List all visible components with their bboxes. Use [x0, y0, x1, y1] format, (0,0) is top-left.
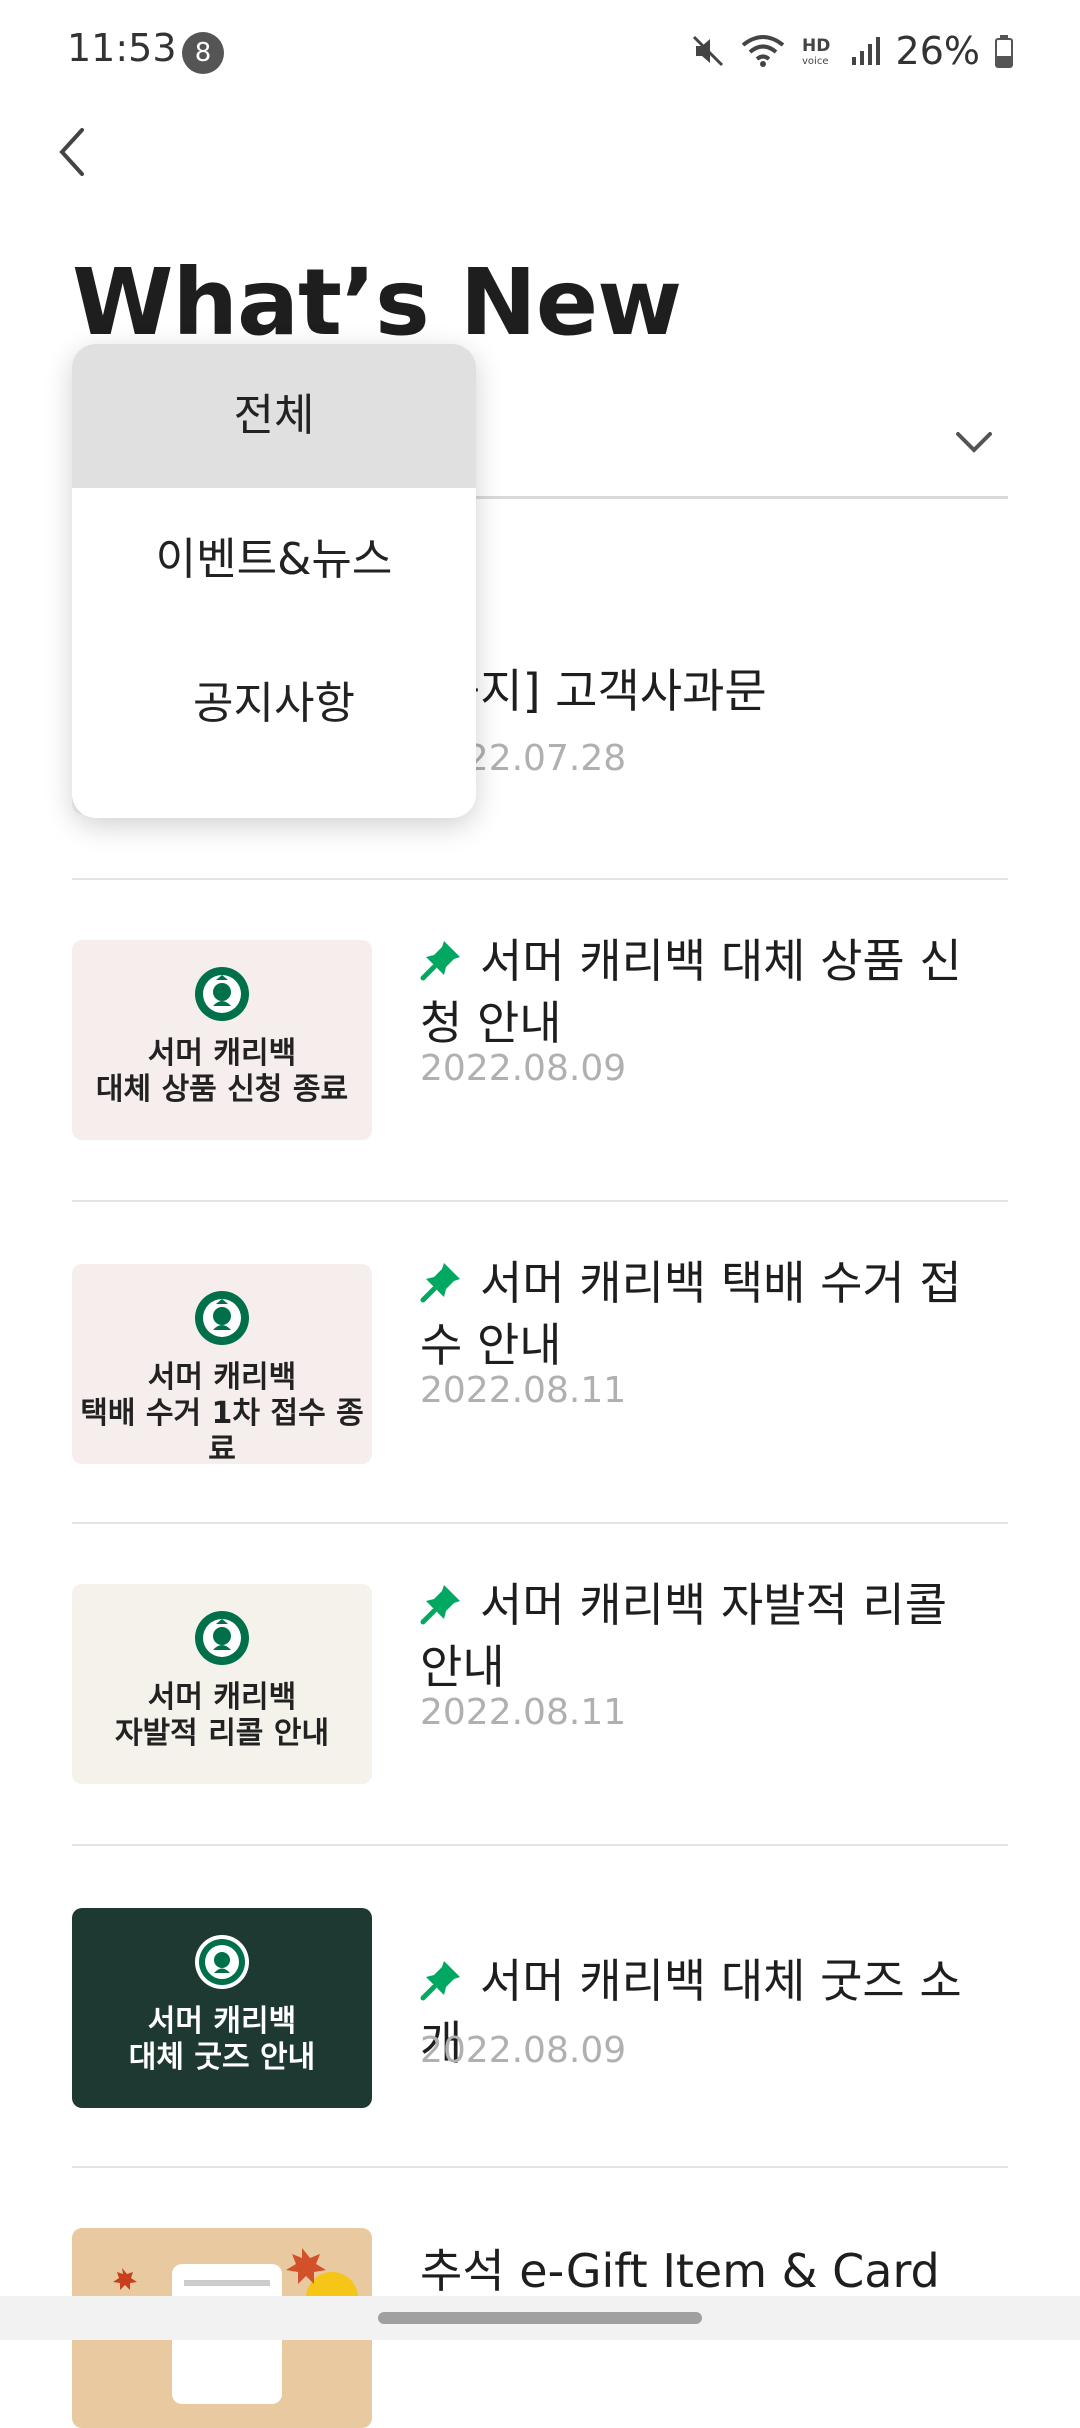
news-item[interactable]: 서머 캐리백 대체 굿즈 안내 서머 캐리백 대체 굿즈 소개 2022.08.… [72, 1846, 1008, 2168]
starbucks-logo-icon [195, 967, 249, 1021]
thumbnail-caption: 서머 캐리백 대체 굿즈 안내 [128, 2004, 316, 2075]
system-navigation-bar [0, 2296, 1080, 2340]
news-thumbnail: 서머 캐리백 대체 굿즈 안내 [72, 1908, 372, 2108]
back-button[interactable] [52, 120, 112, 184]
page-title: What’s New [72, 249, 682, 356]
dropdown-option-events-news[interactable]: 이벤트&뉴스 [72, 488, 476, 632]
thumbnail-caption: 서머 캐리백 자발적 리콜 안내 [114, 1680, 330, 1751]
news-date: 2022.08.11 [420, 1370, 627, 1411]
svg-text:HD: HD [802, 36, 830, 56]
news-title: 서머 캐리백 택배 수거 접수 안내 [420, 1256, 962, 1372]
mute-icon [692, 35, 723, 67]
news-item[interactable]: 서머 캐리백 택배 수거 1차 접수 종료 서머 캐리백 택배 수거 접수 안내… [72, 1202, 1008, 1524]
battery-percent: 26% [895, 29, 980, 73]
status-icons: HD voice 26% [690, 26, 1014, 76]
category-dropdown-menu: 전체 이벤트&뉴스 공지사항 [72, 344, 476, 818]
starbucks-logo-icon [195, 1611, 249, 1665]
starbucks-logo-icon [195, 1935, 249, 1989]
status-bar: 11:53 8 HD voice 26% [0, 0, 1080, 100]
wifi-icon [741, 35, 784, 67]
thumbnail-caption: 서머 캐리백 대체 상품 신청 종료 [95, 1036, 349, 1107]
svg-text:voice: voice [802, 56, 828, 67]
home-indicator[interactable] [378, 2312, 702, 2324]
news-thumbnail: 서머 캐리백 자발적 리콜 안내 [72, 1584, 372, 1784]
chevron-left-icon [59, 128, 84, 176]
dropdown-option-all[interactable]: 전체 [72, 344, 476, 488]
pin-icon [420, 941, 460, 981]
pin-icon [420, 1263, 460, 1303]
news-thumbnail: 서머 캐리백 택배 수거 1차 접수 종료 [72, 1264, 372, 1464]
news-item[interactable]: 서머 캐리백 대체 상품 신청 종료 서머 캐리백 대체 상품 신청 안내 20… [72, 880, 1008, 1202]
thumbnail-caption: 서머 캐리백 택배 수거 1차 접수 종료 [80, 1360, 364, 1464]
pin-icon [420, 1961, 460, 2001]
status-time: 11:53 [67, 26, 177, 70]
dropdown-option-notices[interactable]: 공지사항 [72, 632, 476, 776]
news-title: 추석 e-Gift Item & Card [420, 2244, 940, 2298]
news-item[interactable]: 서머 캐리백 자발적 리콜 안내 서머 캐리백 자발적 리콜 안내 2022.0… [72, 1524, 1008, 1846]
news-list: [공지] 고객사과문 2022.07.28 서머 캐리백 대체 상품 신청 종료… [72, 560, 1008, 2428]
news-thumbnail: 서머 캐리백 대체 상품 신청 종료 [72, 940, 372, 1140]
news-title: 서머 캐리백 자발적 리콜 안내 [420, 1578, 948, 1694]
news-date: 2022.08.09 [420, 2030, 627, 2071]
pin-icon [420, 1585, 460, 1625]
signal-icon [851, 37, 880, 65]
starbucks-logo-icon [195, 1291, 249, 1345]
chevron-down-icon [956, 432, 992, 453]
news-date: 2022.08.11 [420, 1692, 627, 1733]
news-title: 서머 캐리백 대체 상품 신청 안내 [420, 934, 962, 1050]
battery-icon [995, 35, 1013, 68]
hd-voice-icon: HD voice [802, 36, 830, 67]
notification-count-badge: 8 [182, 32, 224, 74]
news-date: 2022.08.09 [420, 1048, 627, 1089]
news-title: [공지] 고객사과문 [420, 664, 767, 718]
